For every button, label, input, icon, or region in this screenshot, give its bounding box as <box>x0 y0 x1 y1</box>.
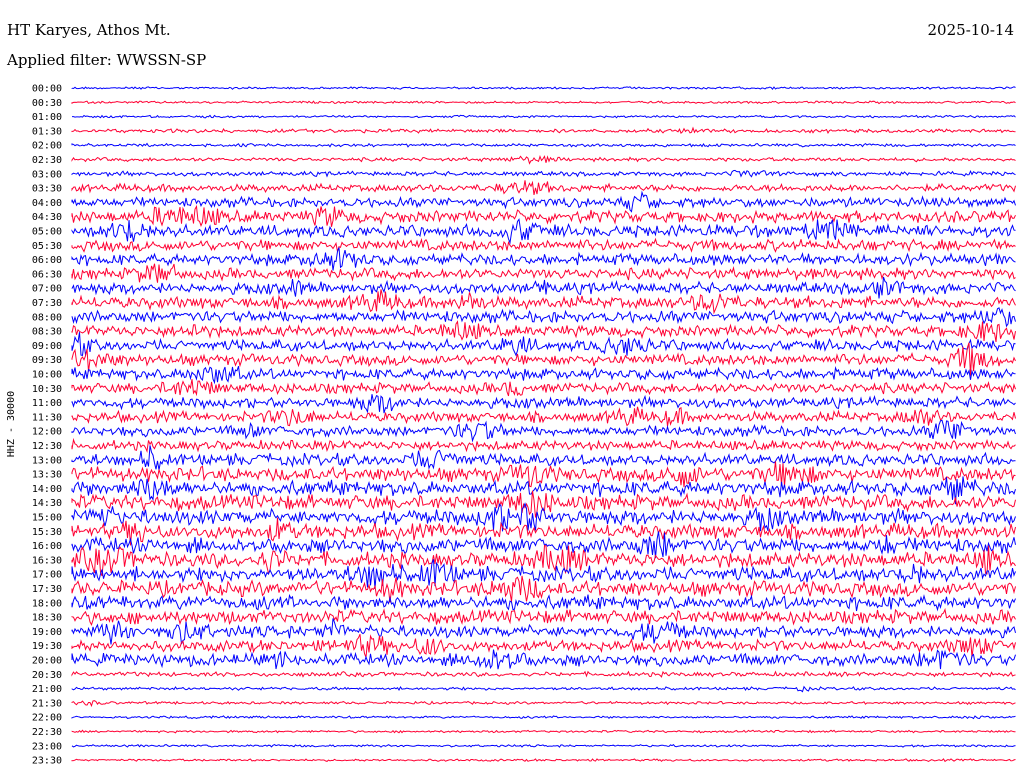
time-tick-label: 05:00 <box>32 227 62 238</box>
trace-line <box>71 365 1016 385</box>
time-tick-label: 03:00 <box>32 169 62 180</box>
trace-line <box>71 394 1016 414</box>
trace-line <box>71 126 1016 134</box>
time-tick-label: 14:30 <box>32 498 62 509</box>
trace-line <box>71 237 1016 253</box>
trace-line <box>71 276 1016 299</box>
trace-line <box>71 607 1016 626</box>
trace-line <box>71 100 1016 105</box>
time-tick-label: 18:00 <box>32 598 62 609</box>
trace-line <box>71 142 1016 148</box>
time-tick-label: 19:30 <box>32 641 62 652</box>
time-tick-label: 16:30 <box>32 555 62 566</box>
trace-line <box>71 670 1016 678</box>
time-tick-label: 12:00 <box>32 427 62 438</box>
time-tick-label: 18:30 <box>32 613 62 624</box>
trace-line <box>71 406 1016 427</box>
trace-line <box>71 545 1016 577</box>
time-tick-label: 00:30 <box>32 98 62 109</box>
trace-line <box>71 715 1016 720</box>
time-tick-label: 09:30 <box>32 355 62 366</box>
trace-line <box>71 502 1016 532</box>
time-tick-label: 21:30 <box>32 698 62 709</box>
time-tick-label: 23:00 <box>32 741 62 752</box>
trace-line <box>71 180 1016 196</box>
time-tick-label: 11:00 <box>32 398 62 409</box>
time-tick-label: 01:30 <box>32 126 62 137</box>
time-tick-label: 01:00 <box>32 112 62 123</box>
time-tick-label: 11:30 <box>32 412 62 423</box>
time-tick-label: 06:00 <box>32 255 62 266</box>
trace-line <box>71 190 1016 213</box>
time-tick-label: 04:30 <box>32 212 62 223</box>
trace-line <box>71 320 1016 342</box>
trace-line <box>71 593 1016 612</box>
time-tick-label: 20:00 <box>32 656 62 667</box>
trace-line <box>72 114 1016 119</box>
trace-line <box>71 445 1016 470</box>
time-tick-label: 17:00 <box>32 570 62 581</box>
trace-line <box>71 476 1016 505</box>
time-tick-label: 08:30 <box>32 327 62 338</box>
time-tick-label: 19:00 <box>32 627 62 638</box>
trace-line <box>71 618 1016 645</box>
trace-line <box>71 649 1016 670</box>
time-tick-label: 10:30 <box>32 384 62 395</box>
time-tick-label: 14:00 <box>32 484 62 495</box>
time-tick-label: 16:00 <box>32 541 62 552</box>
time-tick-label: 15:00 <box>32 513 62 524</box>
time-tick-label: 02:00 <box>32 141 62 152</box>
trace-line <box>71 461 1016 488</box>
time-tick-label: 06:30 <box>32 269 62 280</box>
time-tick-label: 12:30 <box>32 441 62 452</box>
trace-line <box>71 154 1016 165</box>
trace-line <box>71 634 1016 658</box>
trace-line <box>71 758 1016 763</box>
trace-line <box>71 729 1016 734</box>
trace-line <box>71 490 1016 518</box>
time-tick-label: 22:30 <box>32 727 62 738</box>
time-tick-label: 13:00 <box>32 455 62 466</box>
trace-line <box>71 419 1016 443</box>
time-tick-label: 04:00 <box>32 198 62 209</box>
time-tick-label: 05:30 <box>32 241 62 252</box>
trace-line <box>71 332 1016 357</box>
time-tick-label: 09:00 <box>32 341 62 352</box>
trace-line <box>71 86 1016 91</box>
time-tick-label: 10:00 <box>32 370 62 381</box>
trace-line <box>71 437 1016 454</box>
trace-line <box>71 685 1016 693</box>
trace-lines <box>71 86 1016 763</box>
time-tick-label: 15:30 <box>32 527 62 538</box>
time-tick-label: 17:30 <box>32 584 62 595</box>
time-tick-label: 02:30 <box>32 155 62 166</box>
time-tick-label: 07:00 <box>32 284 62 295</box>
time-tick-label: 20:30 <box>32 670 62 681</box>
trace-line <box>71 263 1016 283</box>
time-tick-label: 00:00 <box>32 84 62 95</box>
time-tick-label: 23:30 <box>32 756 62 767</box>
time-tick-label: 21:00 <box>32 684 62 695</box>
time-tick-label: 22:00 <box>32 713 62 724</box>
seismogram-chart: HHZ - 30000 00:00 00:30 01:00 01:30 02:00 02:… <box>6 84 1016 767</box>
trace-line <box>71 169 1016 178</box>
y-axis-label: HHZ - 30000 <box>6 391 17 457</box>
trace-line <box>71 218 1016 245</box>
time-labels: 00:00 00:30 01:00 01:30 02:00 02:30 03:00 03:30… <box>32 84 62 767</box>
time-tick-label: 07:30 <box>32 298 62 309</box>
trace-line <box>71 307 1016 328</box>
trace-line <box>71 379 1016 397</box>
time-tick-label: 03:30 <box>32 184 62 195</box>
trace-line <box>71 743 1016 748</box>
trace-line <box>71 700 1016 708</box>
trace-line <box>71 247 1016 271</box>
time-tick-label: 08:00 <box>32 312 62 323</box>
time-tick-label: 13:30 <box>32 470 62 481</box>
trace-line <box>71 204 1016 227</box>
trace-line <box>71 289 1016 315</box>
